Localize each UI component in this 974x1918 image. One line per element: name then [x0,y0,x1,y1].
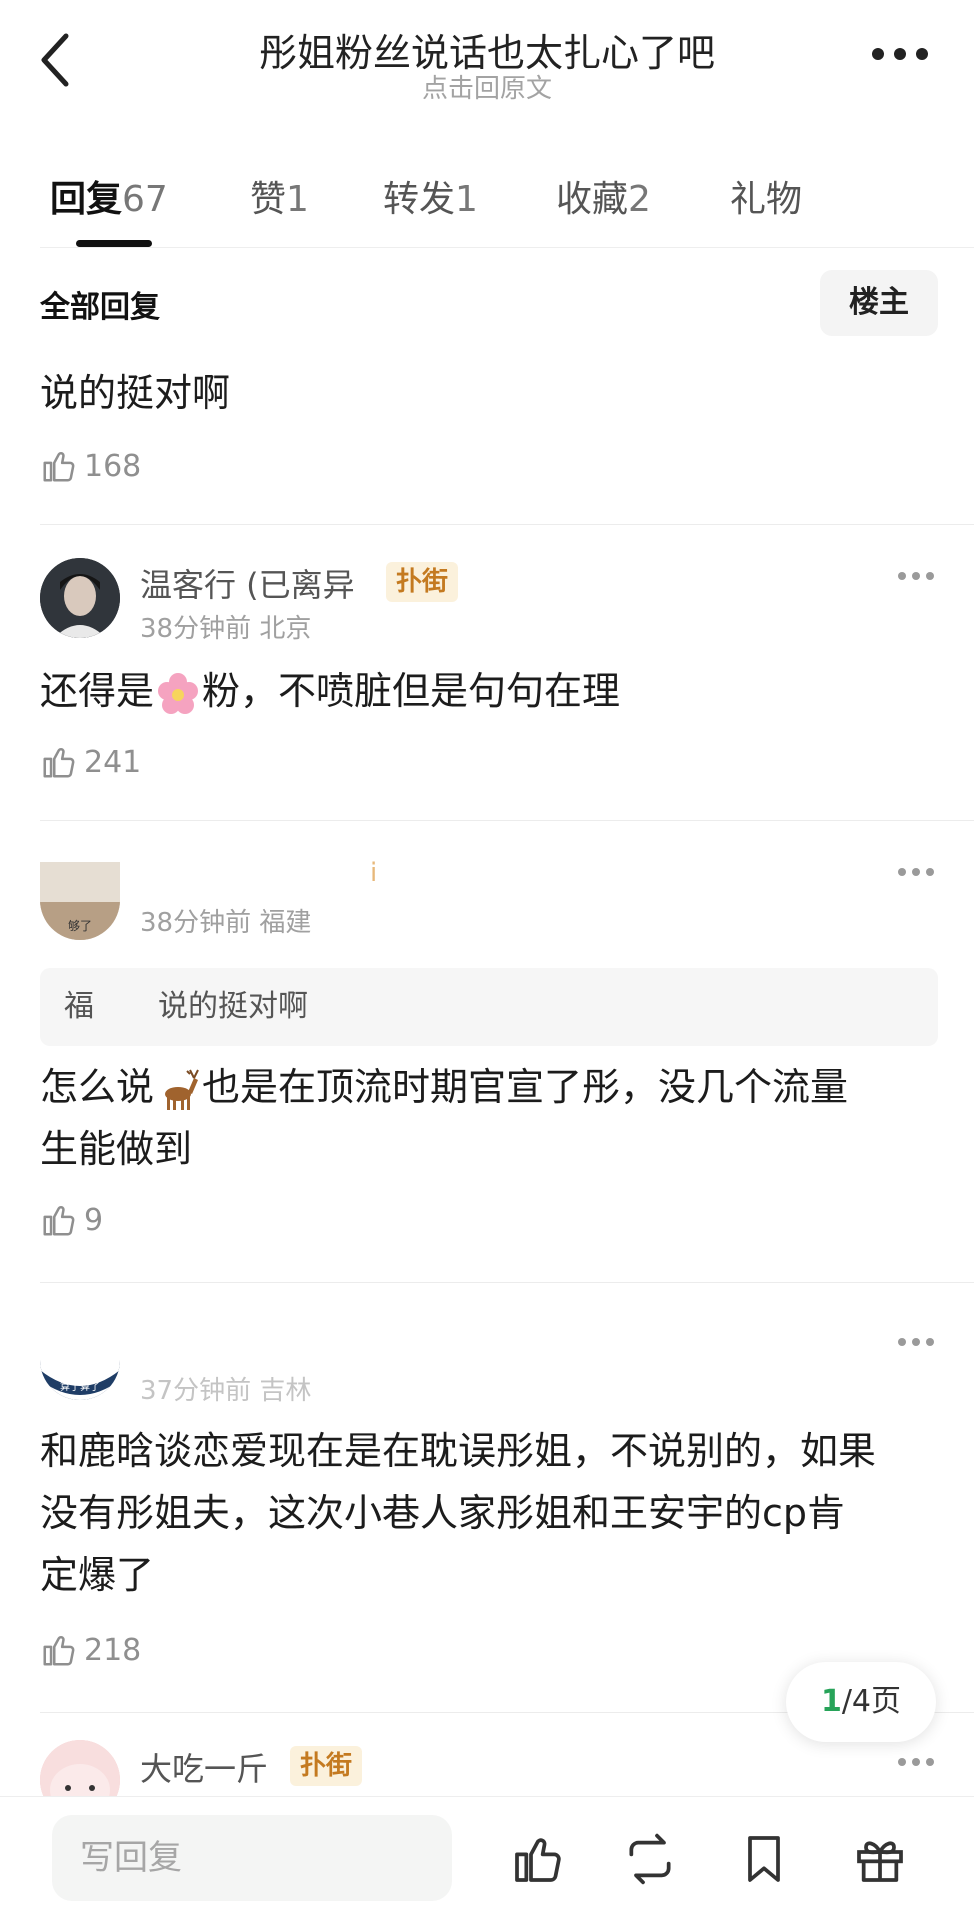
more-horizontal-icon[interactable] [870,44,930,64]
divider [40,524,974,525]
tab-replies[interactable]: 回复67 [50,170,168,222]
avatar[interactable]: 算了算了 [40,1318,120,1400]
quote-author: 福 [64,989,94,1024]
username[interactable]: 大吃一斤 [140,1744,268,1790]
cherry-blossom-emoji [158,672,199,714]
tab-gifts[interactable]: 礼物 [730,170,802,222]
svg-text:算了算了: 算了算了 [60,1380,100,1393]
avatar[interactable]: 够了 [40,862,120,940]
page-indicator[interactable]: 1/4页 [786,1662,936,1742]
section-title: 全部回复 [40,290,160,325]
reply-input[interactable]: 写回复 [52,1815,452,1901]
comment-meta: 37分钟前 吉林 [140,1376,312,1406]
more-horizontal-icon[interactable] [896,1756,936,1768]
thumbs-up-icon [43,451,75,482]
tab-reposts[interactable]: 转发1 [383,170,478,222]
bookmark-icon[interactable] [736,1831,792,1887]
thumbs-up-icon[interactable] [510,1831,566,1887]
gift-icon[interactable] [852,1831,908,1887]
back-to-original-link[interactable]: 点击回原文 [0,68,974,105]
username-fragment: i [370,858,378,888]
quote-text: 说的挺对啊 [158,989,308,1024]
comment-text: 和鹿晗谈恋爱现在是在耽误彤姐，不说别的，如果 没有彤姐夫，这次小巷人家彤姐和王安宇… [40,1429,877,1597]
like-button[interactable]: 241 [40,742,141,782]
comment-meta: 38分钟前 福建 [140,908,312,938]
bottom-action-bar: 写回复 [0,1796,974,1918]
op-only-filter-button[interactable]: 楼主 [820,270,938,336]
active-tab-indicator [76,240,152,247]
more-horizontal-icon[interactable] [896,866,936,878]
thumbs-up-icon [43,747,75,778]
user-badge: 扑街 [386,562,459,602]
comment-meta: 38分钟前 北京 [140,614,312,644]
divider [40,820,974,821]
like-count: 168 [84,448,142,484]
comment-text: 怎么说 也是在顶流时期官宣了彤，没几个流量 生能做到 [40,1065,849,1171]
thumbs-up-icon [43,1205,75,1236]
username[interactable]: 温客行 (已离异 [140,560,355,606]
comment-text: 还得是 粉，不喷脏但是句句在理 [40,660,940,722]
comment-text: 说的挺对啊 [40,371,231,415]
like-button[interactable]: 9 [40,1200,103,1240]
tab-bar: 回复67 赞1 转发1 收藏2 礼物 [0,150,974,250]
more-horizontal-icon[interactable] [896,570,936,582]
like-button[interactable]: 218 [40,1630,141,1670]
svg-text:够了: 够了 [68,919,92,933]
divider [40,1282,974,1283]
avatar[interactable] [40,558,120,638]
like-count: 9 [84,1202,104,1238]
thumbs-up-icon [43,1635,75,1666]
tab-favorites[interactable]: 收藏2 [556,170,651,222]
top-bar: 彤姐粉丝说话也太扎心了吧 点击回原文 [0,0,974,130]
deer-emoji [165,1069,199,1110]
divider [40,247,974,248]
repost-icon[interactable] [622,1831,678,1887]
like-button[interactable]: 168 [40,446,141,486]
user-badge: 扑街 [290,1746,363,1786]
like-count: 218 [84,1632,142,1668]
tab-likes[interactable]: 赞1 [250,170,309,222]
more-horizontal-icon[interactable] [896,1336,936,1348]
like-count: 241 [84,744,142,780]
quoted-reply[interactable]: 福 说的挺对啊 [40,968,938,1046]
